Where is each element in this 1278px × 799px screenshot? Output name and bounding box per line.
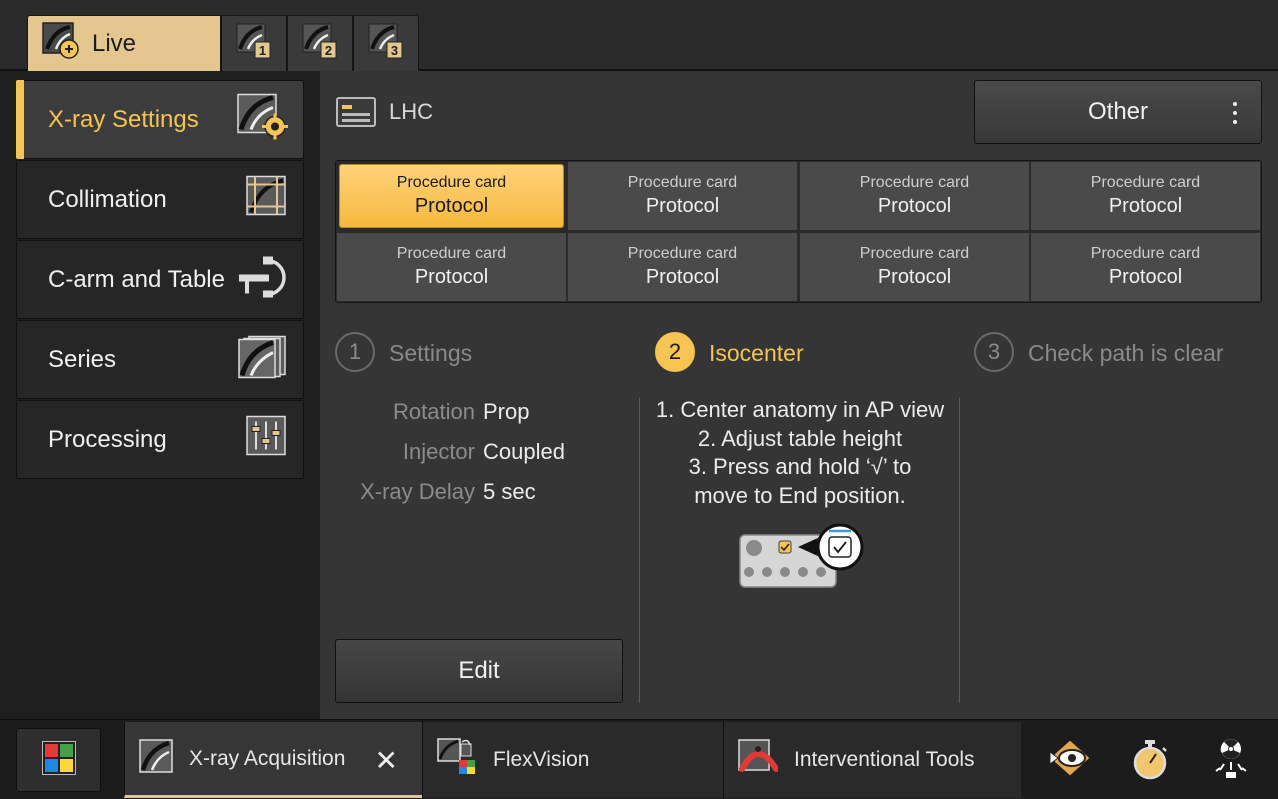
svg-text:2: 2	[325, 43, 332, 58]
svg-text:3: 3	[391, 43, 398, 58]
tab-live-label: Live	[92, 29, 137, 57]
instruction-line: 2. Adjust table height	[697, 425, 903, 451]
carm-table-icon	[237, 254, 289, 305]
sidebar-item-series[interactable]: Series	[16, 320, 304, 399]
procedure-card-protocol: Protocol	[1108, 195, 1183, 217]
eye-view-icon[interactable]	[1048, 738, 1092, 783]
tab-interventional-tools-label: Interventional Tools	[794, 748, 975, 771]
sidebar-item-label: Series	[48, 345, 117, 373]
svg-text:1: 1	[259, 43, 266, 58]
sidebar-item-collimation[interactable]: Collimation	[16, 160, 304, 239]
setting-key: Injector	[402, 439, 475, 464]
step-2-number: 2	[655, 332, 695, 372]
instruction-line: 1. Center anatomy in AP view	[655, 397, 945, 422]
procedure-card[interactable]: Procedure card Protocol	[1030, 161, 1261, 231]
app-launcher-button[interactable]	[16, 728, 101, 792]
procedure-card[interactable]: Procedure card Protocol	[567, 161, 798, 231]
procedure-card-title: Procedure card	[396, 174, 507, 191]
sidebar-item-label: X-ray Settings	[48, 105, 199, 133]
divider	[959, 398, 960, 703]
divider	[639, 398, 640, 703]
procedure-card-title: Procedure card	[627, 245, 738, 262]
collimation-icon	[245, 174, 289, 225]
instruction-line: move to End position.	[694, 482, 906, 508]
procedure-card-icon	[336, 97, 376, 132]
edit-button-label: Edit	[458, 657, 500, 684]
xray-settings-icon	[237, 93, 289, 146]
tab-xray-acquisition-label: X-ray Acquisition	[189, 746, 346, 770]
instruction-line: 3. Press and hold ‘√’ to	[688, 454, 912, 479]
sidebar-item-xray-settings[interactable]: X-ray Settings	[16, 80, 304, 159]
radiation-icon[interactable]	[1212, 738, 1250, 785]
series-icon	[237, 334, 289, 385]
live-xray-icon	[42, 22, 80, 65]
bottom-taskbar: X-ray Acquisition ✕ FlexVision Intervent…	[0, 719, 1278, 799]
flexvision-icon	[437, 738, 477, 782]
more-vertical-icon	[1233, 102, 1239, 124]
tab-review-1[interactable]: 1	[221, 15, 287, 71]
procedure-card-protocol: Protocol	[414, 195, 489, 217]
sidebar-item-label: Collimation	[48, 185, 167, 213]
procedure-card-title: Procedure card	[396, 245, 507, 262]
setting-key: Rotation	[393, 399, 475, 424]
review-2-icon: 2	[302, 23, 338, 64]
step-3-number: 3	[974, 332, 1014, 372]
procedure-card-protocol: Protocol	[645, 266, 720, 288]
processing-icon	[245, 414, 289, 465]
tab-flexvision[interactable]: FlexVision	[422, 722, 723, 798]
setting-key: X-ray Delay	[360, 479, 475, 504]
procedure-card-title: Procedure card	[859, 245, 970, 262]
procedure-card[interactable]: Procedure card Protocol	[799, 232, 1030, 302]
interventional-tools-icon	[738, 739, 779, 781]
procedure-card-protocol: Protocol	[414, 266, 489, 288]
tab-live[interactable]: Live	[27, 15, 221, 71]
step-1-label: Settings	[389, 340, 473, 366]
procedure-card-protocol: Protocol	[877, 195, 952, 217]
procedure-card-title: Procedure card	[1090, 245, 1201, 262]
sidebar-item-carm-table[interactable]: C-arm and Table	[16, 240, 304, 319]
timer-icon[interactable]	[1132, 740, 1168, 785]
close-icon[interactable]: ✕	[375, 744, 398, 777]
sidebar-item-processing[interactable]: Processing	[16, 400, 304, 479]
procedure-card-title: Procedure card	[859, 174, 970, 191]
setting-value: 5 sec	[483, 479, 536, 504]
procedure-card[interactable]: Procedure card Protocol	[799, 161, 1030, 231]
tab-xray-acquisition[interactable]: X-ray Acquisition ✕	[124, 722, 422, 798]
top-tab-bar: Live 1 2 3	[0, 0, 1278, 71]
step-3-label: Check path is clear	[1028, 340, 1224, 366]
other-button-label: Other	[1087, 98, 1149, 125]
review-3-icon: 3	[368, 23, 404, 64]
isocenter-instructions: 1. Center anatomy in AP view 2. Adjust t…	[642, 396, 958, 510]
procedure-card-grid: Procedure card Protocol Procedure card P…	[335, 160, 1262, 303]
sidebar-item-label: C-arm and Table	[48, 265, 225, 293]
review-1-icon: 1	[236, 23, 272, 64]
control-module-icon	[738, 523, 866, 594]
procedure-card[interactable]: Procedure card Protocol	[336, 232, 567, 302]
tab-interventional-tools[interactable]: Interventional Tools	[723, 722, 1021, 798]
edit-button[interactable]: Edit	[335, 639, 623, 703]
other-button[interactable]: Other	[974, 80, 1262, 144]
setting-value: Prop	[483, 399, 530, 424]
setting-value: Coupled	[483, 439, 565, 464]
step-1-number: 1	[335, 332, 375, 372]
tab-review-3[interactable]: 3	[353, 15, 419, 71]
app-grid-icon	[40, 739, 77, 780]
tab-review-2[interactable]: 2	[287, 15, 353, 71]
procedure-card[interactable]: Procedure card Protocol	[567, 232, 798, 302]
procedure-card-protocol: Protocol	[1108, 266, 1183, 288]
procedure-label: LHC	[389, 99, 434, 124]
procedure-card-title: Procedure card	[1090, 174, 1201, 191]
procedure-card-protocol: Protocol	[645, 195, 720, 217]
procedure-card-protocol: Protocol	[877, 266, 952, 288]
xray-acquisition-icon	[139, 738, 173, 779]
procedure-card-title: Procedure card	[627, 174, 738, 191]
main-panel: LHC Other Procedure card Protocol Proced…	[320, 71, 1278, 719]
procedure-card[interactable]: Procedure card Protocol	[339, 164, 564, 228]
sidebar: X-ray Settings Collimation C-arm and Tab…	[0, 71, 320, 719]
step-2-label: Isocenter	[709, 340, 804, 366]
sidebar-item-label: Processing	[48, 425, 167, 453]
procedure-card[interactable]: Procedure card Protocol	[1030, 232, 1261, 302]
tab-flexvision-label: FlexVision	[493, 748, 590, 771]
